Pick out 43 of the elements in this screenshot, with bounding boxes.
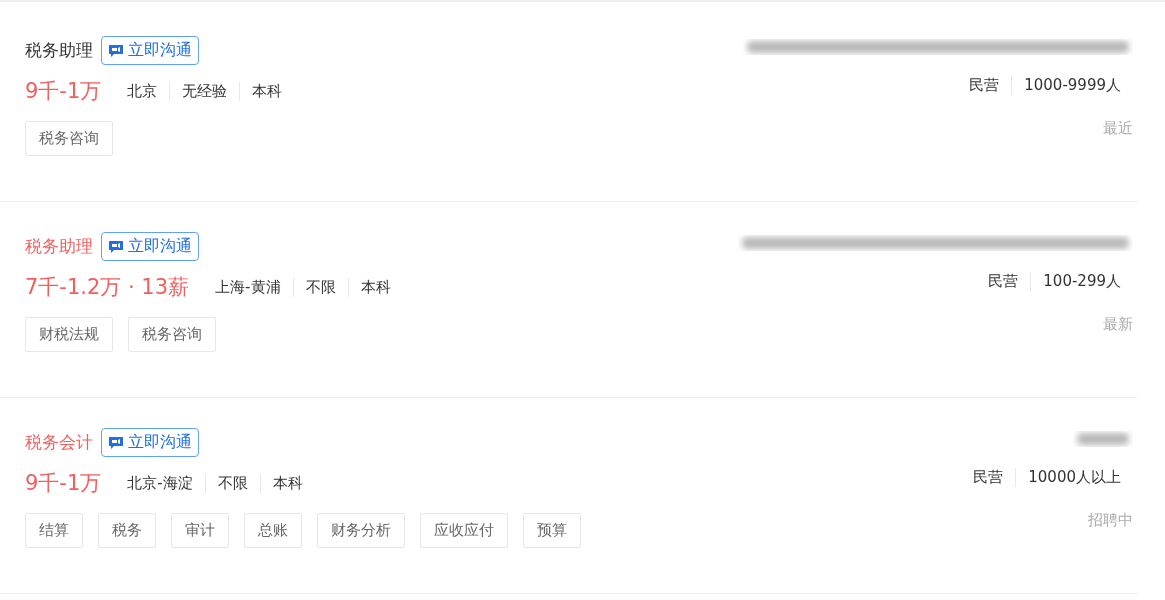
chat-bubble-icon [108, 435, 124, 450]
chat-now-button[interactable]: 立即沟通 [101, 428, 199, 457]
salary: 9千-1万 [25, 470, 102, 497]
job-requirement: 本科 [239, 81, 295, 101]
chat-now-button[interactable]: 立即沟通 [101, 232, 199, 261]
salary: 7千-1.2万 · 13薪 [25, 274, 190, 301]
skill-tag: 总账 [244, 513, 302, 548]
job-requirement: 上海-黄浦 [214, 277, 282, 297]
salary: 9千-1万 [25, 78, 102, 105]
skill-tag: 审计 [171, 513, 229, 548]
company-type: 民营 [968, 76, 1001, 95]
job-card[interactable]: 税务助理 立即沟通 7千-1.2万 · 13薪 上海-黄浦 不限 本科 财税法规 税务咨询 民营 100-299人 最新 [0, 202, 1137, 398]
job-requirement: 本科 [259, 473, 315, 493]
skill-tag: 预算 [523, 513, 581, 548]
status-label: 最近 [1103, 119, 1133, 138]
job-requirement: 本科 [347, 277, 403, 297]
skill-tag: 税务咨询 [25, 121, 113, 156]
status-label: 最新 [1103, 315, 1133, 334]
job-requirement: 北京-海淀 [126, 473, 194, 493]
job-card[interactable]: 税务会计 立即沟通 9千-1万 北京-海淀 不限 本科 结算 税务 审计 总账 财务分析 应收应付 预算 民营 10000人以上 招聘中 [0, 398, 1137, 594]
job-requirement: 不限 [204, 473, 260, 493]
company-type: 民营 [972, 468, 1005, 487]
company-size: 1000-9999人 [1011, 76, 1133, 95]
skill-tag: 财税法规 [25, 317, 113, 352]
job-requirement: 北京 [126, 81, 159, 101]
company-size: 100-299人 [1030, 272, 1133, 291]
company-size: 10000人以上 [1015, 468, 1133, 487]
chat-bubble-icon [108, 43, 124, 58]
chat-now-button[interactable]: 立即沟通 [101, 36, 199, 65]
job-title[interactable]: 税务助理 [25, 235, 93, 258]
company-type: 民营 [987, 272, 1020, 291]
skill-tag: 应收应付 [420, 513, 508, 548]
skill-tag: 结算 [25, 513, 83, 548]
skill-tag: 税务 [98, 513, 156, 548]
job-requirement: 无经验 [169, 81, 240, 101]
job-card[interactable]: 税务助理 立即沟通 9千-1万 北京 无经验 本科 税务咨询 民营 1000-9999人 最近 [0, 6, 1137, 202]
skill-tag: 税务咨询 [128, 317, 216, 352]
status-label: 招聘中 [1088, 511, 1133, 530]
skill-tag: 财务分析 [317, 513, 405, 548]
job-title[interactable]: 税务会计 [25, 431, 93, 454]
chat-bubble-icon [108, 239, 124, 254]
job-title[interactable]: 税务助理 [25, 39, 93, 62]
job-requirement: 不限 [292, 277, 348, 297]
